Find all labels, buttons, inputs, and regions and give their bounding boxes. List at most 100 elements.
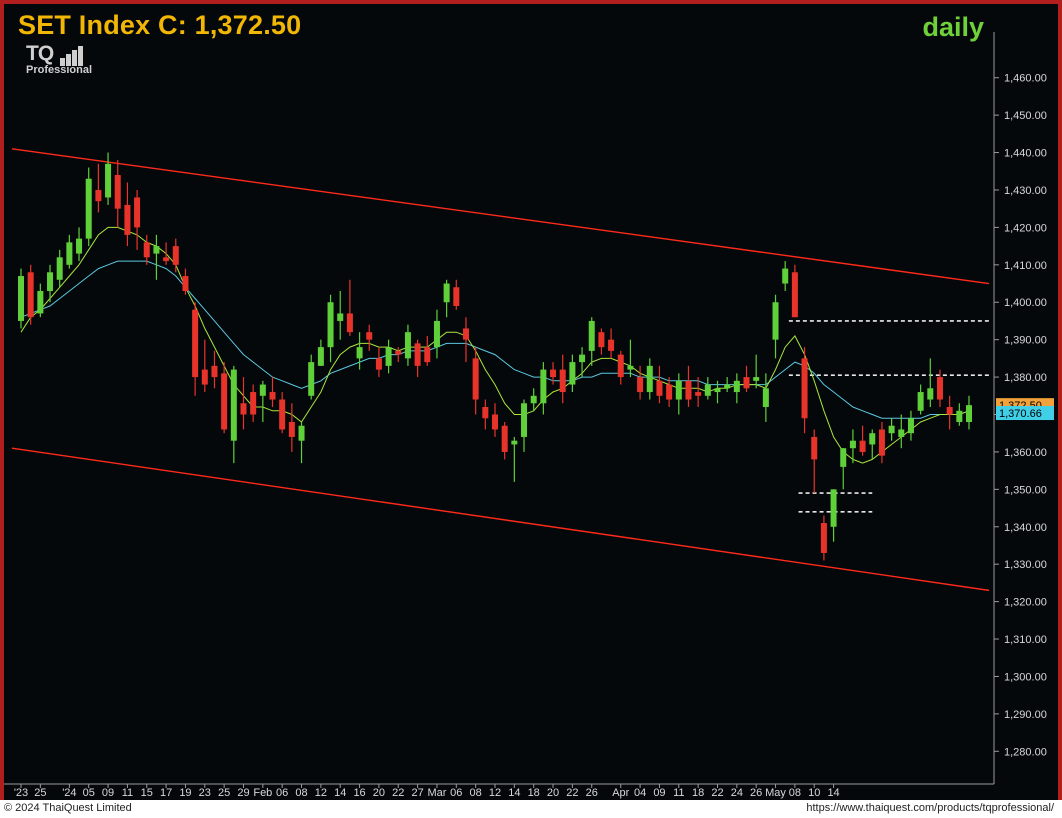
candle-body xyxy=(646,365,653,393)
candle-body xyxy=(85,178,92,239)
candle-body xyxy=(588,320,595,351)
x-tick-label: 22 xyxy=(566,787,578,799)
candle-body xyxy=(433,320,440,348)
candle-body xyxy=(675,380,682,400)
x-tick-label: 08 xyxy=(470,787,482,799)
candle-body xyxy=(385,347,392,366)
candle-body xyxy=(201,369,208,385)
y-tick-label: 1,290.00 xyxy=(1004,709,1047,721)
ma-slow-line xyxy=(20,260,970,419)
candle-body xyxy=(762,388,769,408)
channel-upper-line xyxy=(11,148,990,285)
candle-body xyxy=(472,358,479,400)
logo-subtitle: Professional xyxy=(26,64,93,76)
candle-body xyxy=(811,436,818,460)
candle-body xyxy=(95,189,102,202)
candle-body xyxy=(395,350,402,355)
candle-body xyxy=(482,407,489,419)
candle-body xyxy=(356,347,363,359)
x-tick-label: 06 xyxy=(276,787,288,799)
x-tick-label: 11 xyxy=(673,787,684,799)
candle-body xyxy=(56,257,63,280)
footer-url-link[interactable]: https://www.thaiquest.com/products/tqpro… xyxy=(806,802,1054,814)
candle-body xyxy=(76,238,83,254)
candle-body xyxy=(27,272,34,318)
candle-body xyxy=(753,377,760,381)
x-tick-label: 18 xyxy=(692,787,704,799)
candle-body xyxy=(743,377,750,389)
y-tick-label: 1,310.00 xyxy=(1004,634,1047,646)
candle-body xyxy=(492,414,498,430)
x-tick-label: 25 xyxy=(218,787,230,799)
candle-body xyxy=(869,433,876,445)
y-tick-label: 1,360.00 xyxy=(1004,447,1047,459)
y-tick-label: 1,340.00 xyxy=(1004,522,1047,534)
y-tick-label: 1,460.00 xyxy=(1004,73,1047,85)
candle-body xyxy=(569,362,576,385)
chart-frame: 1,460.00 1,450.00 1,440.00 1,430.00 1,420.00… xyxy=(0,0,1062,818)
x-tick-label: 26 xyxy=(586,787,598,799)
x-tick-label: 18 xyxy=(528,787,540,799)
candle-body xyxy=(540,369,547,404)
candle-body xyxy=(18,276,24,321)
candle-body xyxy=(47,272,54,292)
y-tick-label: 1,350.00 xyxy=(1004,484,1047,496)
x-tick-label: 23 xyxy=(199,787,211,799)
candle-body xyxy=(801,358,808,419)
x-tick-label: 16 xyxy=(353,787,365,799)
x-tick-label: 20 xyxy=(547,787,559,799)
candle-body xyxy=(550,369,557,378)
candle-body xyxy=(279,399,286,430)
candle-body xyxy=(230,369,237,441)
candle-body xyxy=(888,425,895,434)
candle-body xyxy=(337,313,344,321)
candle-body xyxy=(820,523,827,553)
candle-body xyxy=(172,246,179,265)
candle-body xyxy=(105,163,112,198)
candle-body xyxy=(404,332,411,359)
candle-body xyxy=(782,268,789,284)
candle-body xyxy=(656,380,663,396)
candle-body xyxy=(617,354,624,378)
y-tick-label: 1,280.00 xyxy=(1004,746,1047,758)
candle-body xyxy=(695,392,702,396)
x-tick-label: 27 xyxy=(411,787,423,799)
y-tick-label: 1,400.00 xyxy=(1004,297,1047,309)
logo-bars-icon xyxy=(59,46,84,66)
candle-body xyxy=(927,388,934,400)
candle-body xyxy=(269,392,276,400)
candle-body xyxy=(192,309,199,378)
candle-body xyxy=(462,328,469,340)
x-tick-label: 20 xyxy=(373,787,385,799)
candle-body xyxy=(917,392,924,411)
y-tick-label: 1,410.00 xyxy=(1004,260,1047,272)
candle-body xyxy=(830,489,837,527)
x-tick-label: Mar xyxy=(427,787,446,799)
candle-body xyxy=(966,405,972,422)
x-tick-label: 14 xyxy=(508,787,520,799)
x-tick-label: 09 xyxy=(653,787,665,799)
candle-body xyxy=(840,448,847,467)
candle-body xyxy=(288,421,295,437)
y-tick-label: 1,440.00 xyxy=(1004,148,1047,160)
candle-body xyxy=(530,395,537,404)
candle-body xyxy=(346,313,353,333)
candle-body xyxy=(598,332,605,348)
candle-body xyxy=(259,384,266,396)
x-tick-label: 19 xyxy=(179,787,191,799)
candle-body xyxy=(627,365,634,370)
x-tick-label: 09 xyxy=(102,787,114,799)
x-tick-label: 15 xyxy=(141,787,153,799)
x-tick-label: '23 xyxy=(14,787,28,799)
candle-body xyxy=(327,302,334,348)
x-tick-label: '24 xyxy=(62,787,76,799)
candle-body xyxy=(308,362,315,396)
x-tick-label: 22 xyxy=(392,787,404,799)
candle-body xyxy=(424,347,431,363)
candle-body xyxy=(724,384,731,389)
candle-body xyxy=(143,242,150,258)
candle-body xyxy=(501,425,508,452)
x-tick-label: Feb xyxy=(253,787,272,799)
candle-body xyxy=(791,272,798,318)
candle-body xyxy=(936,377,943,400)
